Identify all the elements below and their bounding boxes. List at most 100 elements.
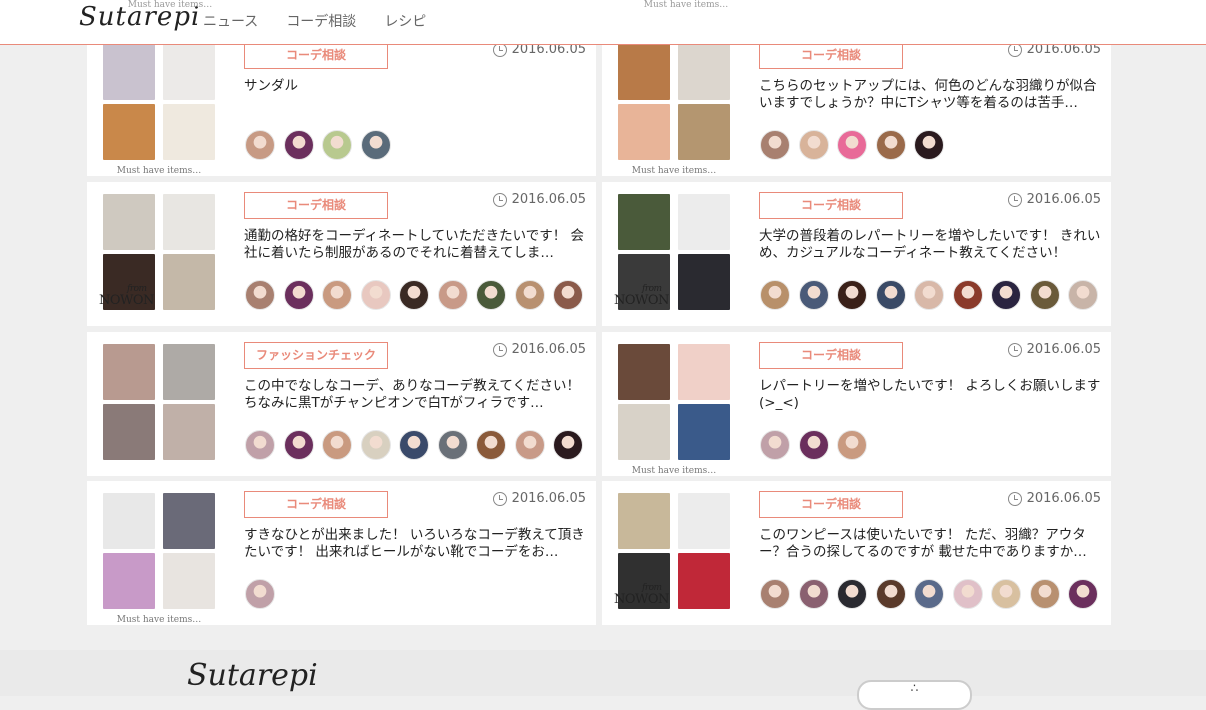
avatar[interactable] [798, 130, 829, 160]
nowon-watermark: from NOWON [614, 583, 669, 607]
nowon-from-label: from [642, 583, 662, 593]
avatar[interactable] [1029, 579, 1060, 609]
post-text[interactable]: すきなひとが出来ました！ いろいろなコーデ教えて頂きたいです！ 出来ればヒールが… [244, 527, 587, 561]
avatar[interactable] [437, 280, 468, 310]
post-thumbnail-collage[interactable]: Must have items… [97, 489, 221, 625]
avatar[interactable] [245, 579, 275, 609]
thumbnail-caption: Must have items… [631, 466, 717, 476]
post-text[interactable]: このワンピースは使いたいです！ ただ、羽織？アウター？合うの探してるのですが 載… [759, 527, 1102, 561]
post-thumbnail-collage[interactable]: Must have items… [612, 340, 736, 476]
post-date: 2016.06.05 [492, 192, 586, 207]
post-thumbnail-collage[interactable]: from NOWON [612, 190, 736, 314]
avatar[interactable] [553, 430, 583, 460]
footer-logo[interactable]: Sutarepi [187, 658, 318, 693]
post-thumbnail-collage[interactable]: Must have items… [97, 40, 221, 176]
category-tag[interactable]: コーデ相談 [244, 491, 388, 518]
nowon-watermark: from NOWON [99, 284, 154, 308]
avatar[interactable] [360, 430, 391, 460]
responder-avatars [760, 430, 876, 460]
avatar[interactable] [283, 280, 314, 310]
avatar[interactable] [837, 579, 867, 609]
avatar[interactable] [360, 130, 391, 160]
avatar[interactable] [798, 280, 829, 310]
avatar[interactable] [760, 280, 790, 310]
avatar[interactable] [837, 430, 867, 460]
avatar[interactable] [322, 430, 352, 460]
avatar[interactable] [245, 280, 275, 310]
avatar[interactable] [1068, 280, 1098, 310]
post-card[interactable]: Must have items… コーデ相談 2016.06.05 こちらのセットアッ… [602, 32, 1111, 176]
post-thumbnail-collage[interactable]: from NOWON [612, 489, 736, 613]
category-tag[interactable]: コーデ相談 [759, 42, 903, 69]
thumbnail-image [678, 194, 730, 250]
post-thumbnail-collage[interactable] [97, 340, 221, 464]
post-text[interactable]: この中でなしなコーデ、ありなコーデ教えてください！ちなみに黒Tがチャンピオンで白… [244, 378, 587, 412]
avatar[interactable] [798, 579, 829, 609]
avatar[interactable] [875, 280, 906, 310]
post-card[interactable]: Must have items… コーデ相談 2016.06.05 レパートリーを増や… [602, 332, 1111, 476]
category-tag[interactable]: コーデ相談 [244, 42, 388, 69]
avatar[interactable] [760, 430, 790, 460]
avatar[interactable] [399, 280, 429, 310]
avatar[interactable] [991, 579, 1021, 609]
avatar[interactable] [952, 280, 983, 310]
avatar[interactable] [322, 130, 352, 160]
post-thumbnail-collage[interactable]: from NOWON [97, 190, 221, 314]
avatar[interactable] [1068, 579, 1098, 609]
avatar[interactable] [399, 430, 429, 460]
nav-recipe[interactable]: レシピ [384, 11, 426, 31]
avatar[interactable] [283, 130, 314, 160]
avatar[interactable] [991, 280, 1021, 310]
avatar[interactable] [914, 579, 944, 609]
post-card[interactable]: Must have items… コーデ相談 2016.06.05 サンダル [87, 32, 596, 176]
avatar[interactable] [360, 280, 391, 310]
thumbnail-image [678, 344, 730, 400]
post-text[interactable]: レパートリーを増やしたいです！ よろしくお願いします(>_<) [759, 378, 1102, 412]
avatar[interactable] [437, 430, 468, 460]
avatar[interactable] [914, 280, 944, 310]
category-tag[interactable]: コーデ相談 [244, 192, 388, 219]
avatar[interactable] [875, 579, 906, 609]
nav-coordinate[interactable]: コーデ相談 [286, 11, 356, 31]
avatar[interactable] [245, 430, 275, 460]
avatar[interactable] [837, 130, 867, 160]
thumbnail-image [103, 493, 155, 549]
avatar[interactable] [760, 130, 790, 160]
post-text[interactable]: 通勤の格好をコーディネートしていただきたいです！ 会社に着いたら制服があるのでそ… [244, 228, 587, 262]
avatar[interactable] [837, 280, 867, 310]
avatar[interactable] [1029, 280, 1060, 310]
avatar[interactable] [875, 130, 906, 160]
post-card[interactable]: Must have items… コーデ相談 2016.06.05 すきなひとが出来ま… [87, 481, 596, 625]
avatar[interactable] [245, 130, 275, 160]
responder-avatars [245, 430, 592, 460]
thumbnail-caption: Must have items… [631, 166, 717, 176]
avatar[interactable] [553, 280, 583, 310]
avatar[interactable] [322, 280, 352, 310]
post-thumbnail-collage[interactable]: Must have items… [612, 40, 736, 176]
avatar[interactable] [798, 430, 829, 460]
post-card[interactable]: from NOWON コーデ相談 2016.06.05 通勤の格好をコーディネートしてい… [87, 182, 596, 326]
avatar[interactable] [476, 280, 506, 310]
category-tag[interactable]: コーデ相談 [759, 491, 903, 518]
post-card[interactable]: from NOWON コーデ相談 2016.06.05 大学の普段着のレパートリーを増や… [602, 182, 1111, 326]
thumbnail-image [103, 404, 155, 460]
post-text[interactable]: サンダル [244, 78, 587, 95]
thumbnail-image [678, 254, 730, 310]
avatar[interactable] [283, 430, 314, 460]
thumbnail-image [618, 493, 670, 549]
post-card[interactable]: from NOWON コーデ相談 2016.06.05 このワンピースは使いたいです！ … [602, 481, 1111, 625]
avatar[interactable] [514, 280, 545, 310]
post-date-text: 2016.06.05 [511, 342, 586, 357]
category-tag[interactable]: コーデ相談 [759, 342, 903, 369]
category-tag[interactable]: ファッションチェック [244, 342, 388, 369]
post-text[interactable]: 大学の普段着のレパートリーを増やしたいです！ きれいめ、カジュアルなコーディネー… [759, 228, 1102, 262]
avatar[interactable] [476, 430, 506, 460]
avatar[interactable] [514, 430, 545, 460]
avatar[interactable] [952, 579, 983, 609]
category-tag[interactable]: コーデ相談 [759, 192, 903, 219]
avatar[interactable] [760, 579, 790, 609]
post-card[interactable]: ファッションチェック 2016.06.05 この中でなしなコーデ、ありなコーデ教えて… [87, 332, 596, 476]
avatar[interactable] [914, 130, 944, 160]
post-text[interactable]: こちらのセットアップには、何色のどんな羽織りが似合いますでしょうか？中にTシャツ… [759, 78, 1102, 112]
footer-app-button[interactable]: ∴ [857, 680, 972, 710]
